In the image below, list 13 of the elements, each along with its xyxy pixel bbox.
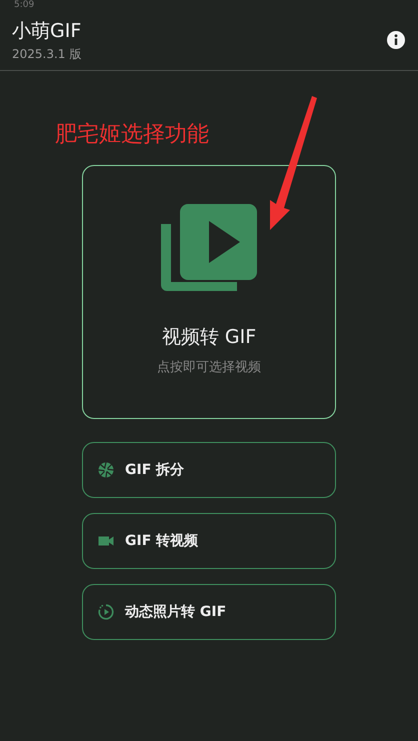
- feature-button[interactable]: GIF 拆分: [82, 442, 336, 498]
- card-hint: 点按即可选择视频: [157, 359, 261, 376]
- status-time: 5:09: [14, 0, 34, 10]
- video-to-gif-card[interactable]: 视频转 GIF 点按即可选择视频: [82, 165, 336, 419]
- feature-button[interactable]: 动态照片转 GIF: [82, 584, 336, 640]
- info-icon[interactable]: [386, 30, 406, 50]
- app-title: 小萌GIF: [12, 18, 82, 44]
- version-label: 2025.3.1 版: [12, 46, 82, 62]
- feature-button[interactable]: GIF 转视频: [82, 513, 336, 569]
- card-title: 视频转 GIF: [162, 325, 256, 350]
- motion-play-icon: [97, 603, 115, 621]
- aperture-icon: [97, 461, 115, 479]
- annotation-text: 肥宅姬选择功能: [55, 121, 209, 149]
